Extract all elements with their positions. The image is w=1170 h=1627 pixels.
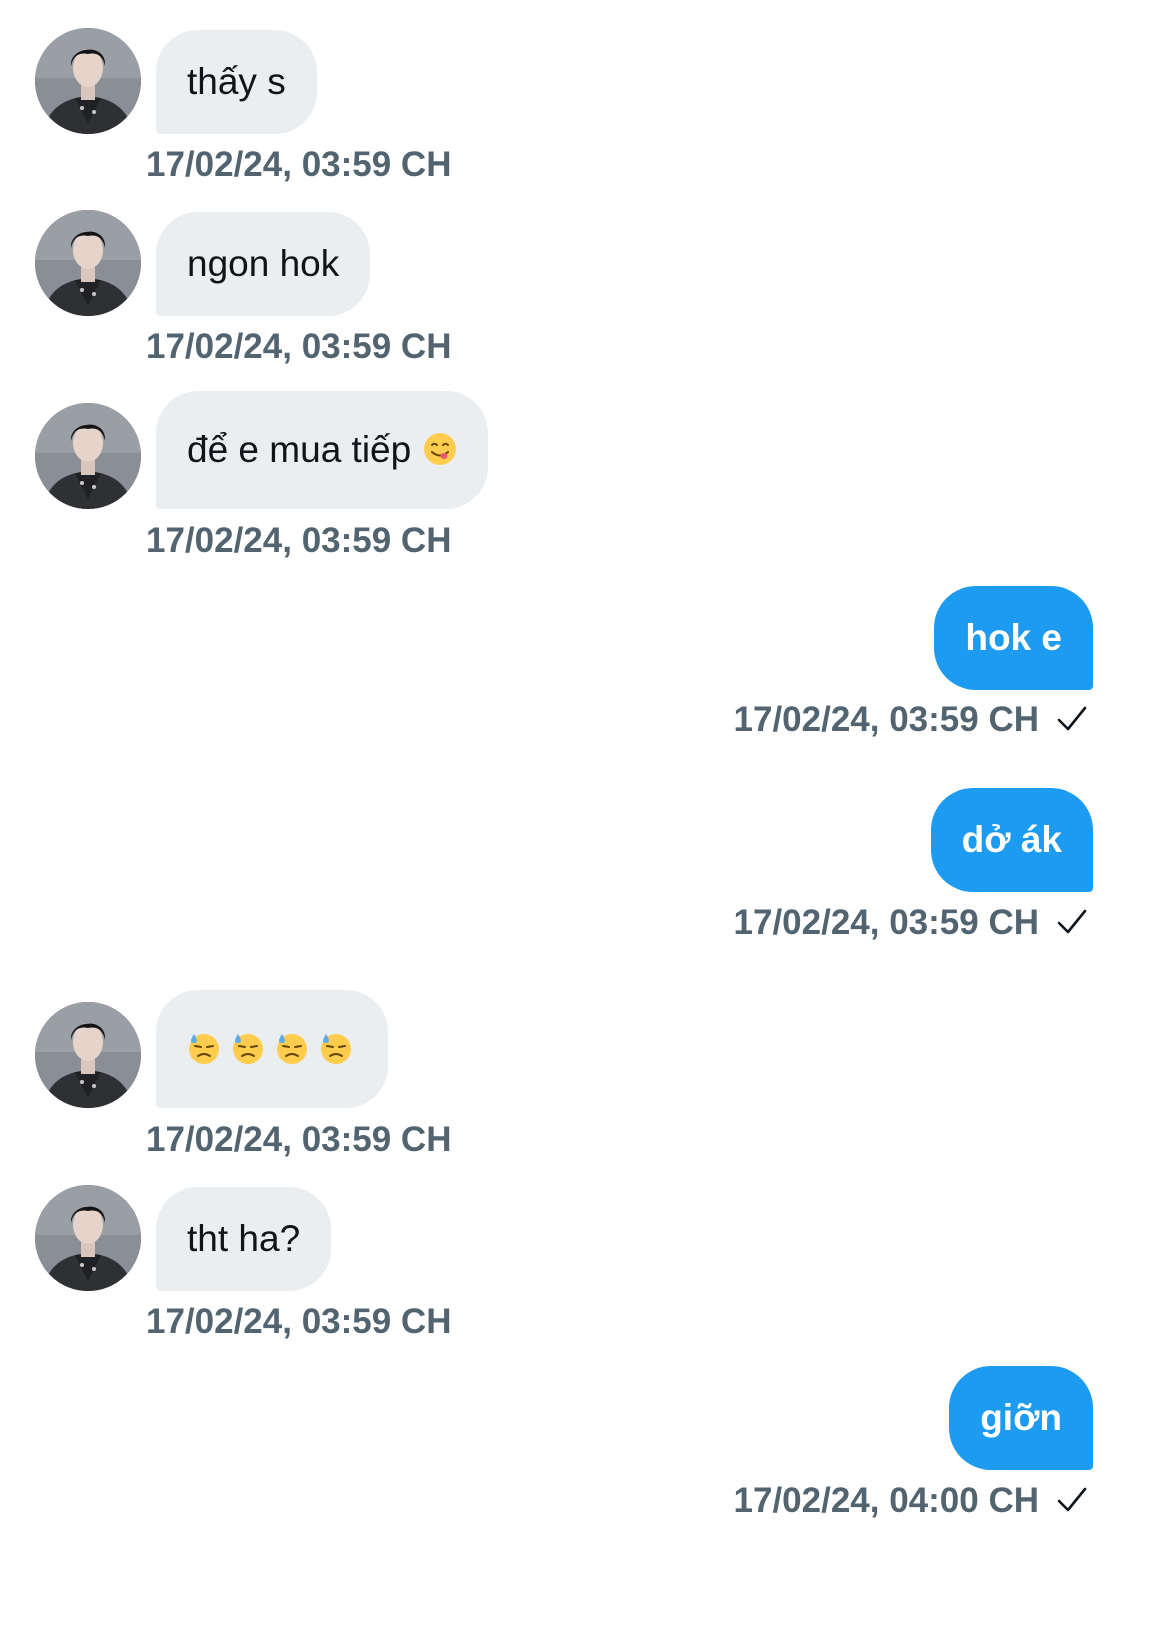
message-text: tht ha? [187,1218,301,1259]
downcast-sweat-face-icon [275,1031,309,1065]
message-timestamp: 17/02/24, 03:59 CH [146,521,452,560]
conversation-thread: thấy s 17/02/24, 03:59 CH ngon hok 17/02… [0,0,1170,1627]
yum-face-icon [423,432,457,466]
downcast-sweat-face-icon [231,1031,265,1065]
message-text: hok e [965,617,1062,658]
message-timestamp: 17/02/24, 03:59 CH [733,700,1039,739]
sender-avatar[interactable] [35,210,141,316]
incoming-message-bubble[interactable]: thấy s [156,30,317,134]
message-timestamp: 17/02/24, 03:59 CH [146,1302,452,1341]
message-text: giỡn [980,1397,1062,1438]
message-text: dở ák [961,819,1062,860]
message-timestamp-row: 17/02/24, 04:00 CH [734,1481,1087,1521]
outgoing-message-bubble[interactable]: giỡn [949,1366,1093,1470]
sender-avatar[interactable] [35,1002,141,1108]
message-text: để e mua tiếp [187,429,412,470]
sent-check-icon [1057,705,1087,733]
message-timestamp: 17/02/24, 03:59 CH [733,903,1039,942]
incoming-message-bubble[interactable]: để e mua tiếp [156,391,489,509]
sent-check-icon [1057,1486,1087,1514]
sender-avatar[interactable] [35,403,141,509]
sender-avatar[interactable] [35,28,141,134]
incoming-message-bubble[interactable]: tht ha? [156,1187,332,1291]
message-timestamp-row: 17/02/24, 03:59 CH [734,700,1087,740]
message-timestamp: 17/02/24, 03:59 CH [146,1120,452,1159]
outgoing-message-bubble[interactable]: dở ák [930,788,1093,892]
downcast-sweat-face-icon [319,1031,353,1065]
sender-avatar[interactable] [35,1185,141,1291]
outgoing-message-bubble[interactable]: hok e [934,586,1093,690]
message-timestamp: 17/02/24, 04:00 CH [733,1481,1039,1520]
message-timestamp-row: 17/02/24, 03:59 CH [734,903,1087,943]
sent-check-icon [1057,908,1087,936]
message-timestamp: 17/02/24, 03:59 CH [146,327,452,366]
message-text: thấy s [187,61,286,102]
incoming-message-bubble[interactable] [156,990,388,1108]
incoming-message-bubble[interactable]: ngon hok [156,212,371,316]
message-timestamp: 17/02/24, 03:59 CH [146,145,452,184]
message-text: ngon hok [187,243,340,284]
downcast-sweat-face-icon [187,1031,221,1065]
